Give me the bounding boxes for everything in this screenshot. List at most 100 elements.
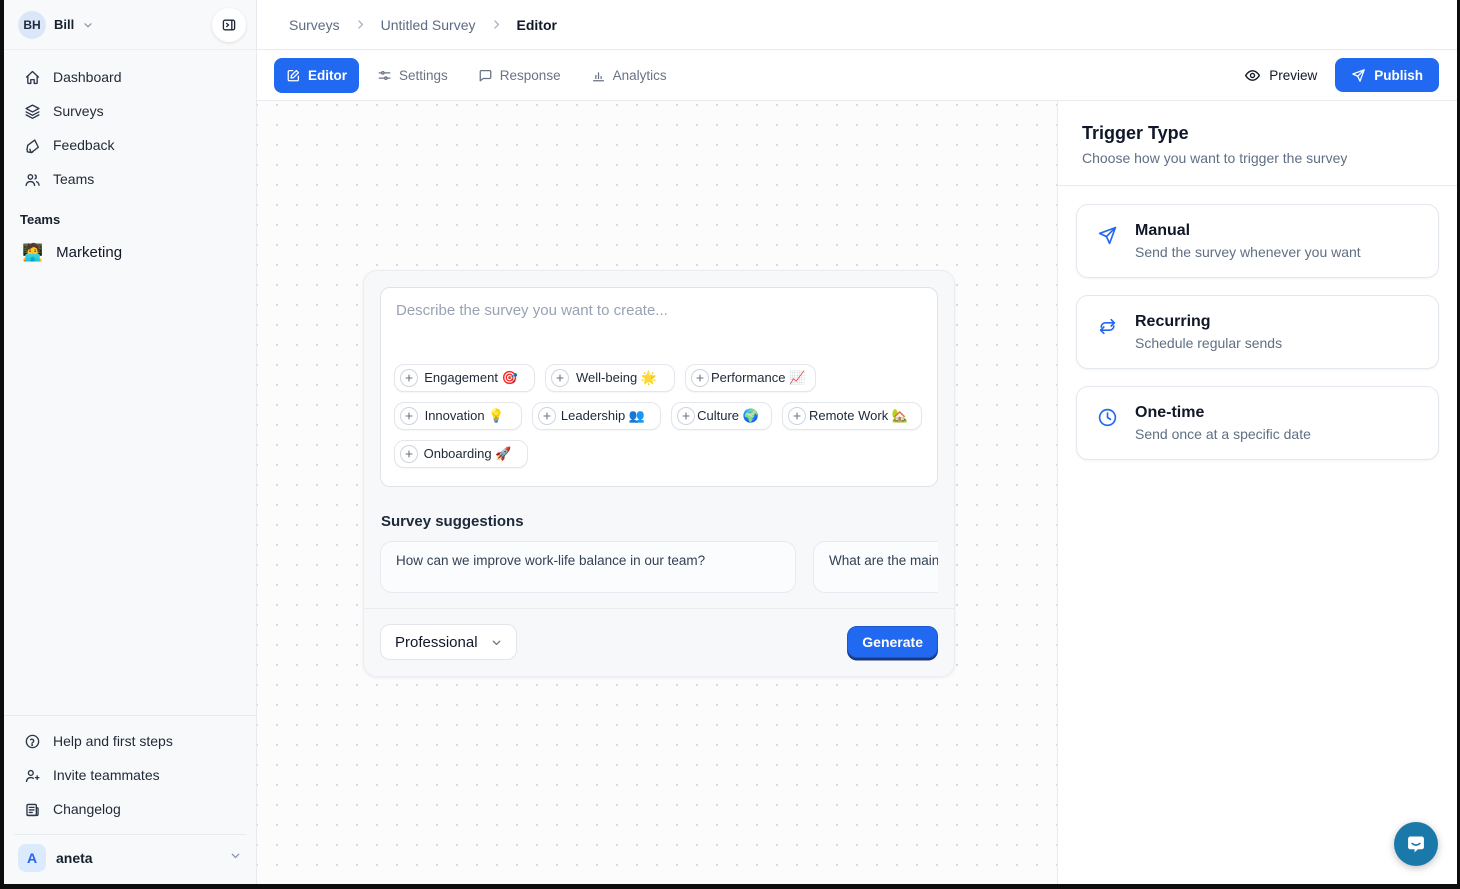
trigger-option-recurring[interactable]: Recurring Schedule regular sends [1076, 295, 1439, 369]
sidebar-footer-nav: Help and first steps Invite teammates Ch… [4, 715, 256, 830]
trigger-option-description: Send once at a specific date [1135, 426, 1311, 442]
chip-label: Innovation [425, 408, 485, 423]
chat-support-button[interactable] [1394, 822, 1438, 866]
trigger-option-manual[interactable]: Manual Send the survey whenever you want [1076, 204, 1439, 278]
editor-toolbar: Editor Settings Response Analytics Previ… [257, 50, 1457, 101]
chip-innovation[interactable]: Innovation 💡 [394, 402, 522, 430]
app-window: BH Bill Dashboard Surveys Feedback [4, 0, 1457, 884]
tone-select[interactable]: Professional [380, 624, 517, 660]
chevron-right-icon [354, 18, 367, 31]
rocket-emoji-icon: 🚀 [495, 446, 511, 461]
chip-remote-work[interactable]: Remote Work 🏡 [782, 402, 922, 430]
sidebar-item-help[interactable]: Help and first steps [16, 724, 244, 758]
suggestion-card[interactable]: How can we improve work-life balance in … [380, 541, 796, 593]
chip-label: Well-being [576, 370, 637, 385]
megaphone-icon [24, 137, 41, 154]
survey-composer-card: Engagement 🎯 Well-being 🌟 Performance 📈 [363, 270, 955, 677]
sidebar-item-label: Help and first steps [53, 733, 173, 749]
chip-performance[interactable]: Performance 📈 [685, 364, 816, 392]
sidebar-item-changelog[interactable]: Changelog [16, 792, 244, 826]
trigger-option-title: One-time [1135, 404, 1311, 422]
sidebar-item-label: Changelog [53, 801, 121, 817]
publish-button[interactable]: Publish [1335, 58, 1439, 92]
prompt-box: Engagement 🎯 Well-being 🌟 Performance 📈 [380, 287, 938, 487]
plus-icon [788, 407, 806, 425]
user-plus-icon [24, 767, 41, 784]
user-menu[interactable]: A aneta [4, 835, 256, 884]
sidebar-item-dashboard[interactable]: Dashboard [16, 60, 244, 94]
main-content: Surveys Untitled Survey Editor Editor Se… [257, 0, 1457, 884]
chip-label: Engagement [424, 370, 498, 385]
chart-emoji-icon: 📈 [789, 370, 805, 385]
sidebar-item-label: Invite teammates [53, 767, 160, 783]
workspace-switcher[interactable]: BH Bill [4, 0, 256, 50]
preview-button[interactable]: Preview [1244, 67, 1317, 84]
tone-selected-value: Professional [395, 634, 478, 651]
tab-label: Analytics [613, 68, 667, 83]
sidebar-item-feedback[interactable]: Feedback [16, 128, 244, 162]
sidebar-item-label: Surveys [53, 103, 104, 119]
plus-icon [400, 407, 418, 425]
chip-culture[interactable]: Culture 🌍 [671, 402, 772, 430]
tab-label: Editor [308, 68, 347, 83]
collapse-sidebar-button[interactable] [212, 8, 246, 42]
home-icon [24, 69, 41, 86]
editor-canvas[interactable]: Engagement 🎯 Well-being 🌟 Performance 📈 [257, 101, 1057, 884]
chip-label: Culture [697, 408, 739, 423]
team-label: Marketing [56, 244, 122, 261]
sidebar-item-surveys[interactable]: Surveys [16, 94, 244, 128]
chat-bubble-icon [1404, 832, 1428, 856]
bulb-emoji-icon: 💡 [488, 408, 504, 423]
sidebar-item-invite[interactable]: Invite teammates [16, 758, 244, 792]
tab-settings[interactable]: Settings [365, 58, 460, 93]
sidebar-spacer [4, 271, 256, 715]
chip-leadership[interactable]: Leadership 👥 [532, 402, 661, 430]
survey-prompt-input[interactable] [381, 288, 937, 354]
sidebar-section-teams: Teams [4, 196, 256, 233]
breadcrumb-editor: Editor [517, 17, 557, 33]
publish-label: Publish [1374, 68, 1423, 83]
trigger-option-title: Recurring [1135, 313, 1282, 331]
trigger-options: Manual Send the survey whenever you want… [1058, 186, 1457, 478]
message-square-icon [478, 68, 493, 83]
newspaper-icon [24, 801, 41, 818]
users-icon [24, 171, 41, 188]
tab-editor[interactable]: Editor [274, 58, 359, 93]
trigger-option-description: Schedule regular sends [1135, 335, 1282, 351]
chip-engagement[interactable]: Engagement 🎯 [394, 364, 535, 392]
bar-chart-icon [591, 68, 606, 83]
technologist-emoji-icon: 🧑‍💻 [22, 244, 43, 261]
sidebar-item-teams[interactable]: Teams [16, 162, 244, 196]
sidebar-team-marketing[interactable]: 🧑‍💻 Marketing [4, 233, 256, 271]
plus-icon [677, 407, 695, 425]
dart-emoji-icon: 🎯 [502, 370, 518, 385]
tab-response[interactable]: Response [466, 58, 573, 93]
chevron-right-icon [490, 18, 503, 31]
sidebar-item-label: Dashboard [53, 69, 122, 85]
breadcrumb-surveys[interactable]: Surveys [289, 17, 340, 33]
star-emoji-icon: 🌟 [641, 370, 657, 385]
trigger-panel-header: Trigger Type Choose how you want to trig… [1058, 101, 1457, 186]
chip-well-being[interactable]: Well-being 🌟 [545, 364, 675, 392]
generate-button[interactable]: Generate [847, 626, 938, 658]
chip-onboarding[interactable]: Onboarding 🚀 [394, 440, 528, 468]
tab-analytics[interactable]: Analytics [579, 58, 679, 93]
breadcrumb-untitled-survey[interactable]: Untitled Survey [381, 17, 476, 33]
eye-icon [1244, 67, 1261, 84]
chevron-down-icon [229, 849, 242, 867]
edit-icon [286, 68, 301, 83]
trigger-option-description: Send the survey whenever you want [1135, 244, 1361, 260]
sidebar: BH Bill Dashboard Surveys Feedback [4, 0, 257, 884]
workspace-avatar: BH [18, 11, 46, 39]
send-icon [1097, 225, 1118, 251]
chip-label: Leadership [561, 408, 625, 423]
send-icon [1351, 68, 1366, 83]
suggestions-title: Survey suggestions [381, 513, 938, 530]
breadcrumb: Surveys Untitled Survey Editor [257, 0, 1457, 50]
chip-label: Remote Work [809, 408, 888, 423]
house-emoji-icon: 🏡 [892, 408, 908, 423]
trigger-option-one-time[interactable]: One-time Send once at a specific date [1076, 386, 1439, 460]
preview-label: Preview [1269, 68, 1317, 83]
workspace: Engagement 🎯 Well-being 🌟 Performance 📈 [257, 101, 1457, 884]
suggestion-card[interactable]: What are the main ob [813, 541, 938, 593]
